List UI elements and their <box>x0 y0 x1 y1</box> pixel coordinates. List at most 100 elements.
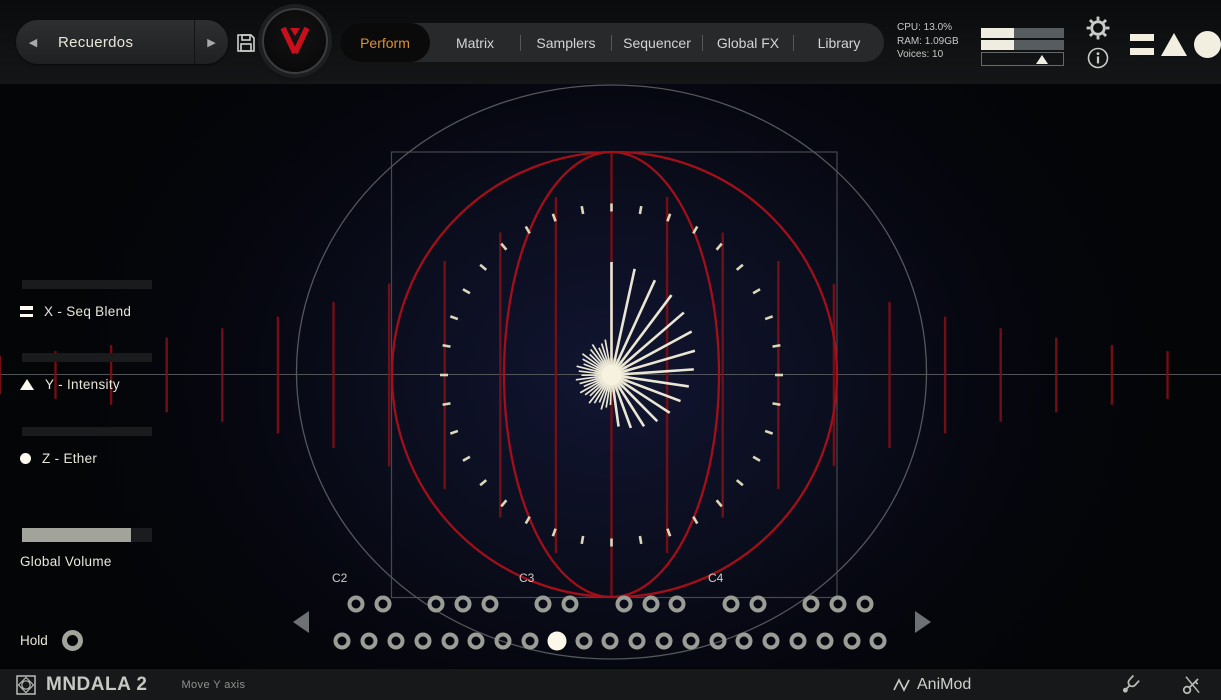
white-key[interactable] <box>441 633 458 650</box>
mntra-v-icon <box>275 23 315 59</box>
white-key[interactable] <box>816 633 833 650</box>
black-key[interactable] <box>562 596 579 613</box>
black-key[interactable] <box>535 596 552 613</box>
black-key[interactable] <box>455 596 472 613</box>
white-key[interactable] <box>361 633 378 650</box>
master-volume-thumb[interactable] <box>1036 55 1048 64</box>
z-ether-slider[interactable] <box>22 427 152 436</box>
gear-icon <box>1084 14 1112 42</box>
tab-sequencer[interactable]: Sequencer <box>612 23 702 62</box>
animod-label: AniMod <box>917 676 971 694</box>
hold-label: Hold <box>20 633 48 648</box>
mntra-logo-button[interactable] <box>262 8 328 74</box>
white-key[interactable] <box>790 633 807 650</box>
dial-tick <box>480 480 486 485</box>
dial-tick <box>753 457 760 461</box>
white-key[interactable] <box>575 633 592 650</box>
black-key[interactable] <box>830 596 847 613</box>
dial-tick <box>582 206 583 214</box>
keyboard-scroll-left-button[interactable] <box>293 611 309 633</box>
tab-perform[interactable]: Perform <box>340 23 430 62</box>
white-key[interactable] <box>763 633 780 650</box>
dial-tick <box>526 517 530 524</box>
midi-key-disable-button[interactable] <box>1181 674 1203 696</box>
main-tab-bar: PerformMatrixSamplersSequencerGlobal FXL… <box>340 23 884 62</box>
white-key[interactable] <box>682 633 699 650</box>
z-axis-label-row: Z - Ether <box>20 451 97 466</box>
preset-prev-button[interactable]: ◀ <box>16 20 50 64</box>
status-message: Move Y axis <box>181 679 245 691</box>
white-key[interactable] <box>736 633 753 650</box>
mndala-logo-icon <box>16 675 36 695</box>
white-key[interactable] <box>468 633 485 650</box>
white-key[interactable] <box>656 633 673 650</box>
info-button[interactable] <box>1086 46 1110 70</box>
white-key[interactable] <box>522 633 539 650</box>
y-axis-label: Y - Intensity <box>45 377 120 392</box>
brand-triangle-icon <box>1161 33 1187 56</box>
keyboard-scroll-right-button[interactable] <box>915 611 931 633</box>
black-key[interactable] <box>374 596 391 613</box>
dial-tick <box>693 226 697 233</box>
dial-tick <box>753 289 760 293</box>
white-key[interactable] <box>388 633 405 650</box>
black-key[interactable] <box>749 596 766 613</box>
white-key[interactable] <box>602 633 619 650</box>
y-intensity-slider[interactable] <box>22 353 152 362</box>
preset-name[interactable]: Recuerdos <box>50 34 194 51</box>
top-bar: ◀ Recuerdos ▶ PerformMatrixSamplersSeque… <box>0 0 1221 84</box>
black-key[interactable] <box>857 596 874 613</box>
save-preset-button[interactable] <box>234 31 258 55</box>
dial-tick <box>480 265 486 270</box>
white-key[interactable] <box>709 633 726 650</box>
dial-tick <box>463 457 470 461</box>
tuning-fork-button[interactable] <box>1119 674 1141 696</box>
tab-global-fx[interactable]: Global FX <box>703 23 793 62</box>
white-key[interactable] <box>495 633 512 650</box>
black-key[interactable] <box>723 596 740 613</box>
dial-tick <box>717 500 722 506</box>
master-volume-slider[interactable] <box>981 52 1064 66</box>
white-key[interactable] <box>414 633 431 650</box>
white-key[interactable] <box>629 633 646 650</box>
dial-tick <box>773 403 781 404</box>
meter-right <box>981 40 1064 50</box>
black-key[interactable] <box>803 596 820 613</box>
black-key[interactable] <box>428 596 445 613</box>
output-meters <box>981 28 1064 66</box>
white-key-active[interactable] <box>547 632 566 651</box>
app-name: MNDALA 2 <box>46 674 147 696</box>
octave-label-c2: C2 <box>332 571 347 585</box>
black-key[interactable] <box>669 596 686 613</box>
tab-library[interactable]: Library <box>794 23 884 62</box>
white-key[interactable] <box>334 633 351 650</box>
tab-samplers[interactable]: Samplers <box>521 23 611 62</box>
global-volume-slider[interactable] <box>22 528 152 542</box>
octave-label-c4: C4 <box>708 571 723 585</box>
white-key[interactable] <box>870 633 887 650</box>
key-disabled-icon <box>1181 674 1203 696</box>
black-key[interactable] <box>615 596 632 613</box>
waveform-icon <box>893 677 910 693</box>
black-key[interactable] <box>642 596 659 613</box>
octave-label-c3: C3 <box>519 571 534 585</box>
animod-control[interactable]: AniMod <box>893 676 971 694</box>
white-key[interactable] <box>843 633 860 650</box>
preset-next-button[interactable]: ▶ <box>194 20 228 64</box>
mandala-visualizer[interactable] <box>0 84 1221 668</box>
hold-toggle[interactable] <box>62 630 83 651</box>
x-seq-blend-slider[interactable] <box>22 280 152 289</box>
black-key[interactable] <box>481 596 498 613</box>
black-key[interactable] <box>347 596 364 613</box>
dial-tick <box>640 536 641 544</box>
y-axis-label-row: Y - Intensity <box>20 377 120 392</box>
meter-right-fill <box>981 40 1014 50</box>
triangle-icon <box>20 379 34 390</box>
perform-view: X - Seq Blend Y - Intensity Z - Ether Gl… <box>0 84 1221 668</box>
tab-matrix[interactable]: Matrix <box>430 23 520 62</box>
floppy-disk-icon <box>234 31 258 55</box>
settings-button[interactable] <box>1084 14 1112 42</box>
info-icon <box>1086 46 1110 70</box>
dial-tick <box>501 244 506 250</box>
dial-tick <box>450 431 458 434</box>
